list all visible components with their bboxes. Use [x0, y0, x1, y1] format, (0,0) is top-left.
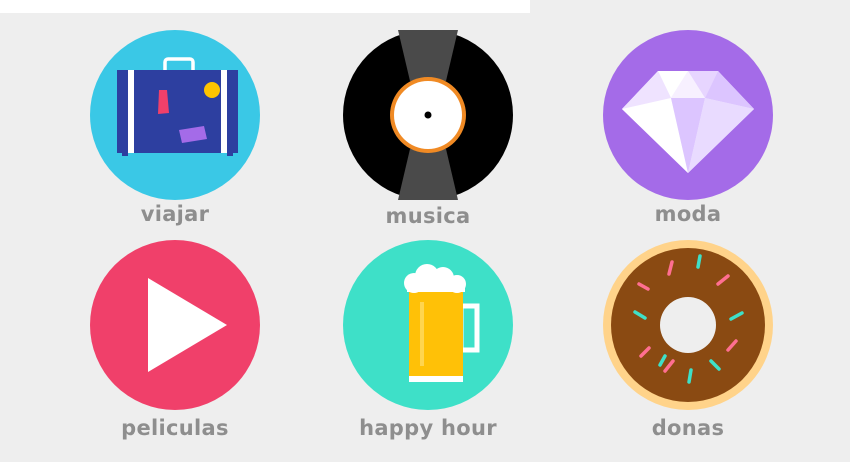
- category-musica[interactable]: musica: [328, 30, 528, 250]
- category-donas[interactable]: donas: [588, 240, 788, 460]
- category-label: viajar: [140, 202, 210, 226]
- diamond-icon: [603, 30, 773, 200]
- category-label: donas: [651, 416, 725, 440]
- category-panel: viajar musica moda peliculas happy hour …: [0, 0, 850, 462]
- category-label: peliculas: [121, 416, 229, 440]
- category-peliculas[interactable]: peliculas: [75, 240, 275, 460]
- play-icon: [90, 240, 260, 410]
- beer-mug-icon: [343, 240, 513, 410]
- category-moda[interactable]: moda: [588, 30, 788, 250]
- category-happy-hour[interactable]: happy hour: [328, 240, 528, 460]
- panel-top-edge: [0, 0, 530, 13]
- category-label: happy hour: [359, 416, 497, 440]
- vinyl-record-icon: [343, 30, 513, 200]
- category-viajar[interactable]: viajar: [75, 30, 275, 250]
- category-label: moda: [654, 202, 722, 226]
- category-label: musica: [385, 204, 471, 228]
- suitcase-icon: [90, 30, 260, 200]
- donut-icon: [603, 240, 773, 410]
